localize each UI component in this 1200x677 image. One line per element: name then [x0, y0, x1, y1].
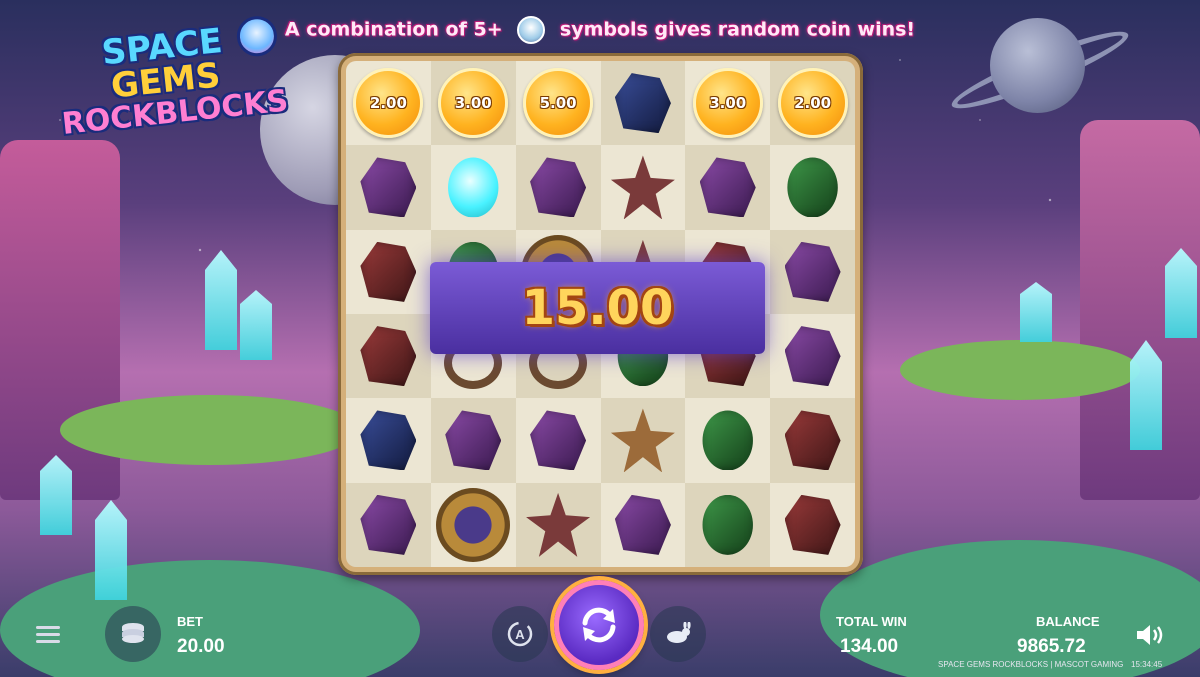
grid-cell [685, 482, 771, 567]
grid-cell [685, 398, 771, 483]
grid-cell [770, 145, 855, 230]
grid-cell [770, 314, 855, 399]
coin-symbol: 2.00 [777, 68, 848, 139]
game-footer: SPACE GEMS ROCKBLOCKS | MASCOT GAMING [938, 660, 1124, 669]
purple-gem-symbol [360, 494, 417, 555]
bet-value: 20.00 [177, 636, 225, 657]
speaker-icon [1137, 625, 1163, 645]
total-win-value: 134.00 [840, 636, 899, 657]
autoplay-button[interactable]: A [492, 606, 548, 662]
coin-symbol: 5.00 [523, 68, 594, 139]
purple-gem-symbol [445, 410, 502, 471]
grid-cell [346, 398, 431, 483]
grid-cell [430, 398, 516, 483]
crystal [40, 455, 72, 535]
coin-value: 3.00 [454, 94, 492, 113]
grid-cell: 2.00 [770, 61, 855, 146]
grid-cell: 3.00 [685, 61, 771, 146]
right-island [900, 340, 1140, 400]
turbo-button[interactable] [650, 606, 706, 662]
sun-symbol [436, 487, 511, 562]
crystal [95, 500, 127, 600]
green-gem-symbol [702, 410, 753, 471]
win-amount: 15.00 [521, 280, 674, 336]
grid-cell [346, 229, 431, 314]
coin-value: 5.00 [539, 94, 577, 113]
crystal [205, 250, 237, 350]
coin-symbol: 3.00 [438, 68, 509, 139]
purple-gem-symbol [784, 241, 841, 302]
crystal [1130, 340, 1162, 450]
grid-cell [346, 482, 431, 567]
coin-symbol: 3.00 [692, 68, 763, 139]
red-gem-symbol [784, 494, 841, 555]
bet-settings-button[interactable] [105, 606, 161, 662]
grid-cell [430, 145, 516, 230]
red-gem-symbol [360, 241, 417, 302]
win-amount-banner: 15.00 [430, 262, 765, 354]
grid-cell [515, 145, 601, 230]
crystal [240, 290, 272, 360]
blue-gem-symbol [360, 410, 417, 471]
spin-arrows-icon [582, 607, 616, 643]
crystal [1020, 282, 1052, 342]
coins-stack-icon [122, 623, 144, 643]
grid-cell [770, 482, 855, 567]
coin-symbol: 2.00 [353, 68, 424, 139]
balance-value: 9865.72 [1017, 636, 1086, 657]
purple-gem-symbol [614, 494, 671, 555]
clock: 15:34:45 [1131, 660, 1163, 669]
grid-cell [600, 482, 686, 567]
bet-label: BET [177, 614, 203, 629]
blue-gem-symbol [614, 73, 671, 134]
grid-cell [515, 482, 601, 567]
grid-cell [600, 61, 686, 146]
grid-cell: 5.00 [515, 61, 601, 146]
purple-gem-symbol [360, 157, 417, 218]
grid-cell [600, 398, 686, 483]
red-gem-symbol [360, 326, 417, 387]
grid-cell [685, 145, 771, 230]
grid-cell [770, 398, 855, 483]
banner-text-after: symbols gives random coin wins! [559, 18, 916, 41]
purple-gem-symbol [784, 326, 841, 387]
balance-label: BALANCE [1036, 614, 1100, 629]
coin-value: 2.00 [369, 94, 407, 113]
purple-gem-symbol [530, 157, 587, 218]
green-gem-symbol [787, 157, 838, 218]
autoplay-icon: A [507, 621, 533, 647]
feature-banner: A combination of 5+ symbols gives random… [0, 16, 1200, 44]
grid-cell: 2.00 [346, 61, 431, 146]
astronaut-icon [517, 16, 546, 44]
svg-text:A: A [515, 627, 525, 642]
menu-icon[interactable] [36, 626, 60, 644]
purple-gem-symbol [699, 157, 756, 218]
left-island [60, 395, 360, 465]
cyan-gem-symbol [448, 157, 499, 218]
star-symbol [526, 492, 591, 557]
grid-cell [430, 482, 516, 567]
coin-value: 2.00 [794, 94, 832, 113]
sound-button[interactable] [1135, 622, 1167, 648]
grid-cell [346, 145, 431, 230]
total-win-label: TOTAL WIN [836, 614, 907, 629]
rabbit-icon [667, 622, 691, 643]
spin-button[interactable] [554, 580, 644, 670]
grid-cell [346, 314, 431, 399]
grid-cell [600, 145, 686, 230]
red-gem-symbol [784, 410, 841, 471]
star-symbol [610, 408, 675, 473]
banner-text-before: A combination of 5+ [284, 18, 503, 41]
grid-cell [770, 229, 855, 314]
grid-cell: 3.00 [430, 61, 516, 146]
purple-gem-symbol [530, 410, 587, 471]
crystal [1165, 248, 1197, 338]
coin-value: 3.00 [709, 94, 747, 113]
star-symbol [610, 155, 675, 220]
green-gem-symbol [702, 494, 753, 555]
grid-cell [515, 398, 601, 483]
